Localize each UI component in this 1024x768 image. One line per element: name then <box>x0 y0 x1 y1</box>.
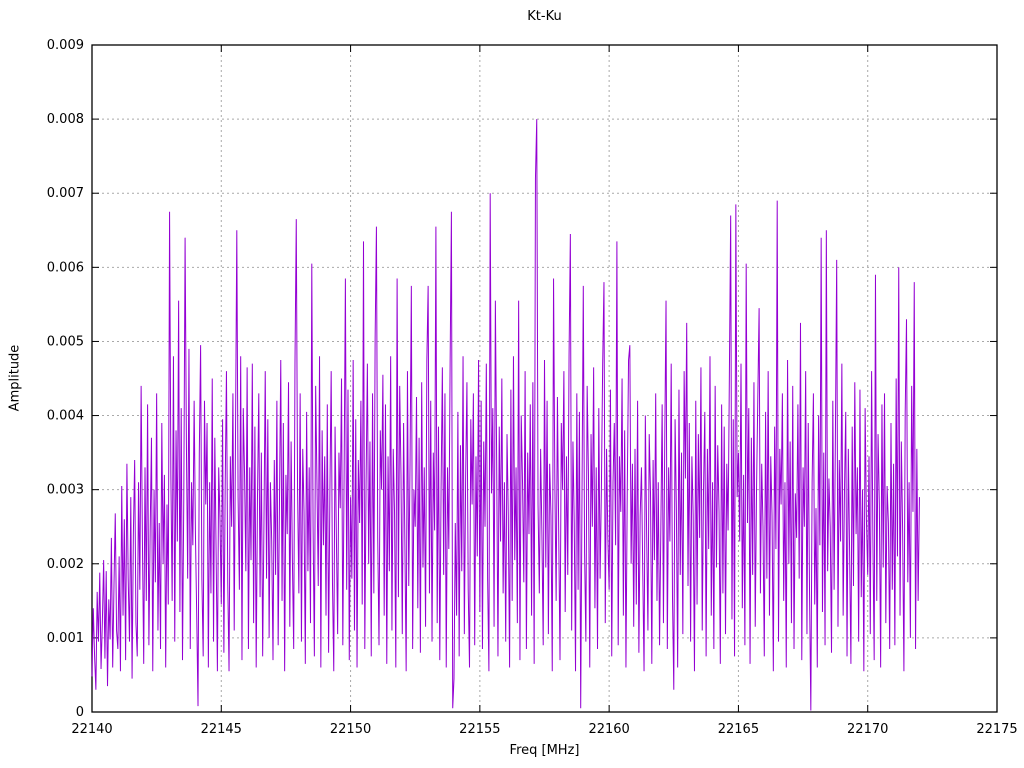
x-tick-label: 22170 <box>847 722 888 737</box>
y-tick-label: 0.009 <box>47 38 84 53</box>
x-tick-label: 22150 <box>330 722 371 737</box>
x-tick-label: 22145 <box>201 722 242 737</box>
gnuplot-window: Kt-Ku Amplitude Freq [MHz] 22140 22145 221… <box>0 0 1024 768</box>
x-tick-label: 22175 <box>976 722 1017 737</box>
y-tick-label: 0.006 <box>47 260 84 275</box>
x-tick-label: 22165 <box>718 722 759 737</box>
chart-canvas: 22140 22145 22150 22155 22160 22165 22170 22175… <box>47 38 1018 737</box>
y-tick-label: 0.002 <box>47 557 84 572</box>
y-tick-label: 0.008 <box>47 112 84 127</box>
y-tick-label: 0 <box>76 705 84 720</box>
spectrum-trace <box>91 119 920 711</box>
y-tick-label: 0.005 <box>47 334 84 349</box>
x-tick-label: 22155 <box>459 722 500 737</box>
y-tick-label: 0.004 <box>47 409 84 424</box>
y-tick-label: 0.003 <box>47 483 84 498</box>
y-tick-label: 0.001 <box>47 631 84 646</box>
x-tick-label: 22140 <box>71 722 112 737</box>
y-tick-label: 0.007 <box>47 186 84 201</box>
x-tick-label: 22160 <box>588 722 629 737</box>
